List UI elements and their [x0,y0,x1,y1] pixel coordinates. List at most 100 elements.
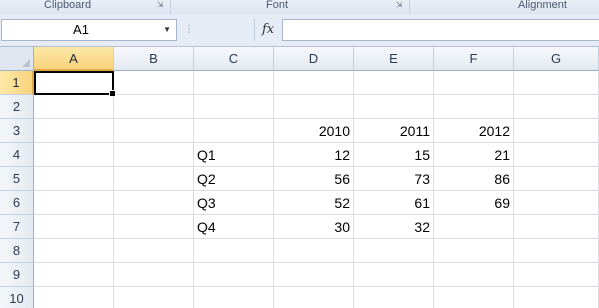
cell-c5[interactable]: Q2 [194,167,274,191]
cell-b3[interactable] [114,119,194,143]
row-header-1[interactable]: 1 [0,71,34,95]
cell-e5[interactable]: 73 [354,167,434,191]
cell-d10[interactable] [274,287,354,308]
column-header-d[interactable]: D [274,47,354,71]
cell-f4[interactable]: 21 [434,143,514,167]
alignment-group-label: Alignment [518,0,567,11]
cell-c4[interactable]: Q1 [194,143,274,167]
cell-e7[interactable]: 32 [354,215,434,239]
cell-e3[interactable]: 2011 [354,119,434,143]
cell-f9[interactable] [434,263,514,287]
cell-a6[interactable] [34,191,114,215]
cell-g6[interactable] [514,191,599,215]
cell-g5[interactable] [514,167,599,191]
column-header-e[interactable]: E [354,47,434,71]
cell-g3[interactable] [514,119,599,143]
column-header-f[interactable]: F [434,47,514,71]
cell-e6[interactable]: 61 [354,191,434,215]
cell-b2[interactable] [114,95,194,119]
column-header-g[interactable]: G [514,47,599,71]
name-box-value: A1 [73,22,89,37]
cell-b8[interactable] [114,239,194,263]
cell-g7[interactable] [514,215,599,239]
cell-f10[interactable] [434,287,514,308]
cell-a2[interactable] [34,95,114,119]
name-box[interactable]: A1 ▼ [1,19,177,41]
cell-f5[interactable]: 86 [434,167,514,191]
cell-f6[interactable]: 69 [434,191,514,215]
cell-b6[interactable] [114,191,194,215]
cell-e8[interactable] [354,239,434,263]
column-header-b[interactable]: B [114,47,194,71]
cell-c7[interactable]: Q4 [194,215,274,239]
row-header-7[interactable]: 7 [0,215,34,239]
cell-d1[interactable] [274,71,354,95]
ribbon-group-font: Font ⇲ [171,0,409,14]
cell-d9[interactable] [274,263,354,287]
cell-g9[interactable] [514,263,599,287]
cell-e4[interactable]: 15 [354,143,434,167]
cell-b7[interactable] [114,215,194,239]
row-header-6[interactable]: 6 [0,191,34,215]
cell-b5[interactable] [114,167,194,191]
row-header-10[interactable]: 10 [0,287,34,308]
cell-d6[interactable]: 52 [274,191,354,215]
cell-c3[interactable] [194,119,274,143]
cell-e2[interactable] [354,95,434,119]
cell-d4[interactable]: 12 [274,143,354,167]
cell-d8[interactable] [274,239,354,263]
cell-b1[interactable] [114,71,194,95]
cell-c8[interactable] [194,239,274,263]
cell-f7[interactable] [434,215,514,239]
cell-a4[interactable] [34,143,114,167]
row-header-4[interactable]: 4 [0,143,34,167]
font-group-label: Font [266,0,289,11]
cell-g8[interactable] [514,239,599,263]
cell-c6[interactable]: Q3 [194,191,274,215]
select-all-button[interactable] [0,47,34,71]
row-header-3[interactable]: 3 [0,119,34,143]
cell-f1[interactable] [434,71,514,95]
clipboard-dialog-launcher-icon[interactable]: ⇲ [156,1,164,9]
cell-a8[interactable] [34,239,114,263]
cell-c1[interactable] [194,71,274,95]
insert-function-button[interactable]: fx [262,20,276,40]
cell-d3[interactable]: 2010 [274,119,354,143]
cell-c9[interactable] [194,263,274,287]
cell-f2[interactable] [434,95,514,119]
formula-input[interactable] [282,19,599,41]
cell-e9[interactable] [354,263,434,287]
column-header-c[interactable]: C [194,47,274,71]
resize-handle-icon[interactable]: ⋮ [184,24,198,36]
column-header-a[interactable]: A [34,47,114,71]
cell-c10[interactable] [194,287,274,308]
row-header-8[interactable]: 8 [0,239,34,263]
cell-a1[interactable] [34,71,114,95]
cell-b4[interactable] [114,143,194,167]
cell-a7[interactable] [34,215,114,239]
row-header-9[interactable]: 9 [0,263,34,287]
row-header-5[interactable]: 5 [0,167,34,191]
cell-d7[interactable]: 30 [274,215,354,239]
cell-a3[interactable] [34,119,114,143]
cell-a9[interactable] [34,263,114,287]
cell-g4[interactable] [514,143,599,167]
cell-g2[interactable] [514,95,599,119]
cell-a10[interactable] [34,287,114,308]
spreadsheet-grid[interactable]: A B C D E F G 1 2 3 2010 2011 2012 4 Q1 12 15 21 5 Q2 56 73 86… [0,47,599,308]
cell-b10[interactable] [114,287,194,308]
cell-g10[interactable] [514,287,599,308]
cell-b9[interactable] [114,263,194,287]
cell-d2[interactable] [274,95,354,119]
cell-f3[interactable]: 2012 [434,119,514,143]
cell-c2[interactable] [194,95,274,119]
cell-g1[interactable] [514,71,599,95]
cell-d5[interactable]: 56 [274,167,354,191]
chevron-down-icon[interactable]: ▼ [163,20,171,40]
font-dialog-launcher-icon[interactable]: ⇲ [395,1,403,9]
cell-e1[interactable] [354,71,434,95]
cell-a5[interactable] [34,167,114,191]
cell-e10[interactable] [354,287,434,308]
cell-f8[interactable] [434,239,514,263]
row-header-2[interactable]: 2 [0,95,34,119]
